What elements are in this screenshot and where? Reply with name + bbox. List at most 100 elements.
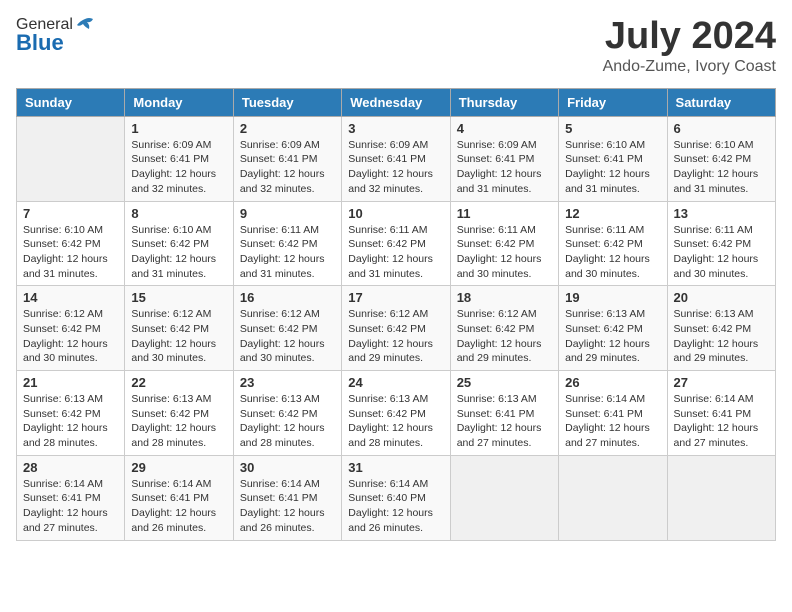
location-title: Ando-Zume, Ivory Coast	[603, 58, 776, 76]
calendar-cell: 12 Sunrise: 6:11 AM Sunset: 6:42 PM Dayli…	[559, 201, 667, 286]
day-info: Sunrise: 6:13 AM Sunset: 6:42 PM Dayligh…	[674, 307, 769, 366]
logo: General Blue	[16, 16, 95, 56]
day-info: Sunrise: 6:12 AM Sunset: 6:42 PM Dayligh…	[348, 307, 443, 366]
day-info: Sunrise: 6:14 AM Sunset: 6:40 PM Dayligh…	[348, 477, 443, 536]
calendar-cell: 16Sunrise: 6:12 AM Sunset: 6:42 PM Dayli…	[233, 286, 341, 371]
calendar-cell: 26 Sunrise: 6:14 AM Sunset: 6:41 PM Dayli…	[559, 371, 667, 456]
day-info: Sunrise: 6:09 AM Sunset: 6:41 PM Dayligh…	[240, 138, 335, 197]
day-info: Sunrise: 6:14 AM Sunset: 6:41 PM Dayligh…	[240, 477, 335, 536]
day-number: 12	[565, 206, 660, 221]
day-number: 28	[23, 460, 118, 475]
calendar-cell: 3 Sunrise: 6:09 AM Sunset: 6:41 PM Daylig…	[342, 116, 450, 201]
calendar-cell: 9 Sunrise: 6:11 AM Sunset: 6:42 PM Daylig…	[233, 201, 341, 286]
calendar-cell	[559, 455, 667, 540]
day-info: Sunrise: 6:10 AM Sunset: 6:42 PM Dayligh…	[674, 138, 769, 197]
col-saturday: Saturday	[667, 88, 775, 116]
calendar-cell: 5 Sunrise: 6:10 AM Sunset: 6:41 PM Daylig…	[559, 116, 667, 201]
calendar-cell	[667, 455, 775, 540]
calendar-cell: 21Sunrise: 6:13 AM Sunset: 6:42 PM Dayli…	[17, 371, 125, 456]
calendar-cell: 27 Sunrise: 6:14 AM Sunset: 6:41 PM Dayli…	[667, 371, 775, 456]
calendar-cell: 25 Sunrise: 6:13 AM Sunset: 6:41 PM Dayli…	[450, 371, 558, 456]
day-number: 30	[240, 460, 335, 475]
calendar-cell	[450, 455, 558, 540]
day-number: 8	[131, 206, 226, 221]
day-number: 29	[131, 460, 226, 475]
day-number: 23	[240, 375, 335, 390]
day-info: Sunrise: 6:11 AM Sunset: 6:42 PM Dayligh…	[348, 223, 443, 282]
header-row: Sunday Monday Tuesday Wednesday Thursday…	[17, 88, 776, 116]
calendar-table: Sunday Monday Tuesday Wednesday Thursday…	[16, 88, 776, 541]
col-friday: Friday	[559, 88, 667, 116]
calendar-cell: 8Sunrise: 6:10 AM Sunset: 6:42 PM Daylig…	[125, 201, 233, 286]
day-info: Sunrise: 6:12 AM Sunset: 6:42 PM Dayligh…	[457, 307, 552, 366]
day-info: Sunrise: 6:12 AM Sunset: 6:42 PM Dayligh…	[23, 307, 118, 366]
calendar-cell: 19Sunrise: 6:13 AM Sunset: 6:42 PM Dayli…	[559, 286, 667, 371]
calendar-cell: 30 Sunrise: 6:14 AM Sunset: 6:41 PM Dayli…	[233, 455, 341, 540]
day-info: Sunrise: 6:13 AM Sunset: 6:42 PM Dayligh…	[131, 392, 226, 451]
col-thursday: Thursday	[450, 88, 558, 116]
day-number: 26	[565, 375, 660, 390]
calendar-week-row: 28 Sunrise: 6:14 AM Sunset: 6:41 PM Dayli…	[17, 455, 776, 540]
day-number: 14	[23, 290, 118, 305]
day-info: Sunrise: 6:14 AM Sunset: 6:41 PM Dayligh…	[23, 477, 118, 536]
calendar-cell: 22 Sunrise: 6:13 AM Sunset: 6:42 PM Dayli…	[125, 371, 233, 456]
day-info: Sunrise: 6:09 AM Sunset: 6:41 PM Dayligh…	[348, 138, 443, 197]
day-info: Sunrise: 6:09 AM Sunset: 6:41 PM Dayligh…	[457, 138, 552, 197]
day-number: 2	[240, 121, 335, 136]
calendar-cell: 28 Sunrise: 6:14 AM Sunset: 6:41 PM Dayli…	[17, 455, 125, 540]
day-info: Sunrise: 6:14 AM Sunset: 6:41 PM Dayligh…	[565, 392, 660, 451]
calendar-cell: 7Sunrise: 6:10 AM Sunset: 6:42 PM Daylig…	[17, 201, 125, 286]
col-tuesday: Tuesday	[233, 88, 341, 116]
calendar-cell: 24Sunrise: 6:13 AM Sunset: 6:42 PM Dayli…	[342, 371, 450, 456]
calendar-cell: 13Sunrise: 6:11 AM Sunset: 6:42 PM Dayli…	[667, 201, 775, 286]
month-title: July 2024	[603, 16, 776, 58]
day-info: Sunrise: 6:11 AM Sunset: 6:42 PM Dayligh…	[457, 223, 552, 282]
day-number: 16	[240, 290, 335, 305]
day-info: Sunrise: 6:12 AM Sunset: 6:42 PM Dayligh…	[131, 307, 226, 366]
logo-blue-text: Blue	[16, 30, 64, 56]
day-info: Sunrise: 6:13 AM Sunset: 6:42 PM Dayligh…	[348, 392, 443, 451]
day-number: 15	[131, 290, 226, 305]
col-sunday: Sunday	[17, 88, 125, 116]
calendar-cell: 23 Sunrise: 6:13 AM Sunset: 6:42 PM Dayli…	[233, 371, 341, 456]
day-number: 9	[240, 206, 335, 221]
calendar-week-row: 21Sunrise: 6:13 AM Sunset: 6:42 PM Dayli…	[17, 371, 776, 456]
day-info: Sunrise: 6:13 AM Sunset: 6:42 PM Dayligh…	[240, 392, 335, 451]
logo-bird-icon	[75, 17, 95, 33]
day-info: Sunrise: 6:14 AM Sunset: 6:41 PM Dayligh…	[674, 392, 769, 451]
calendar-cell: 6 Sunrise: 6:10 AM Sunset: 6:42 PM Daylig…	[667, 116, 775, 201]
day-number: 27	[674, 375, 769, 390]
day-number: 18	[457, 290, 552, 305]
day-number: 4	[457, 121, 552, 136]
day-info: Sunrise: 6:11 AM Sunset: 6:42 PM Dayligh…	[240, 223, 335, 282]
calendar-cell	[17, 116, 125, 201]
day-number: 6	[674, 121, 769, 136]
day-info: Sunrise: 6:13 AM Sunset: 6:41 PM Dayligh…	[457, 392, 552, 451]
calendar-cell: 20 Sunrise: 6:13 AM Sunset: 6:42 PM Dayli…	[667, 286, 775, 371]
day-info: Sunrise: 6:11 AM Sunset: 6:42 PM Dayligh…	[565, 223, 660, 282]
title-area: July 2024 Ando-Zume, Ivory Coast	[603, 16, 776, 76]
header: General Blue July 2024 Ando-Zume, Ivory …	[16, 16, 776, 76]
day-number: 20	[674, 290, 769, 305]
day-number: 5	[565, 121, 660, 136]
day-info: Sunrise: 6:13 AM Sunset: 6:42 PM Dayligh…	[565, 307, 660, 366]
calendar-cell: 11 Sunrise: 6:11 AM Sunset: 6:42 PM Dayli…	[450, 201, 558, 286]
calendar-cell: 4 Sunrise: 6:09 AM Sunset: 6:41 PM Daylig…	[450, 116, 558, 201]
day-number: 13	[674, 206, 769, 221]
day-number: 3	[348, 121, 443, 136]
day-number: 22	[131, 375, 226, 390]
calendar-cell: 31Sunrise: 6:14 AM Sunset: 6:40 PM Dayli…	[342, 455, 450, 540]
day-number: 25	[457, 375, 552, 390]
day-number: 1	[131, 121, 226, 136]
day-number: 11	[457, 206, 552, 221]
day-info: Sunrise: 6:14 AM Sunset: 6:41 PM Dayligh…	[131, 477, 226, 536]
calendar-cell: 1Sunrise: 6:09 AM Sunset: 6:41 PM Daylig…	[125, 116, 233, 201]
day-number: 17	[348, 290, 443, 305]
calendar-week-row: 1 Sunrise: 6:09 AM Sunset: 6:41 PM Daylig…	[17, 116, 776, 201]
day-info: Sunrise: 6:10 AM Sunset: 6:41 PM Dayligh…	[565, 138, 660, 197]
calendar-cell: 2 Sunrise: 6:09 AM Sunset: 6:41 PM Daylig…	[233, 116, 341, 201]
calendar-cell: 29 Sunrise: 6:14 AM Sunset: 6:41 PM Dayli…	[125, 455, 233, 540]
calendar-cell: 17 Sunrise: 6:12 AM Sunset: 6:42 PM Dayli…	[342, 286, 450, 371]
day-info: Sunrise: 6:10 AM Sunset: 6:42 PM Dayligh…	[23, 223, 118, 282]
day-info: Sunrise: 6:13 AM Sunset: 6:42 PM Dayligh…	[23, 392, 118, 451]
